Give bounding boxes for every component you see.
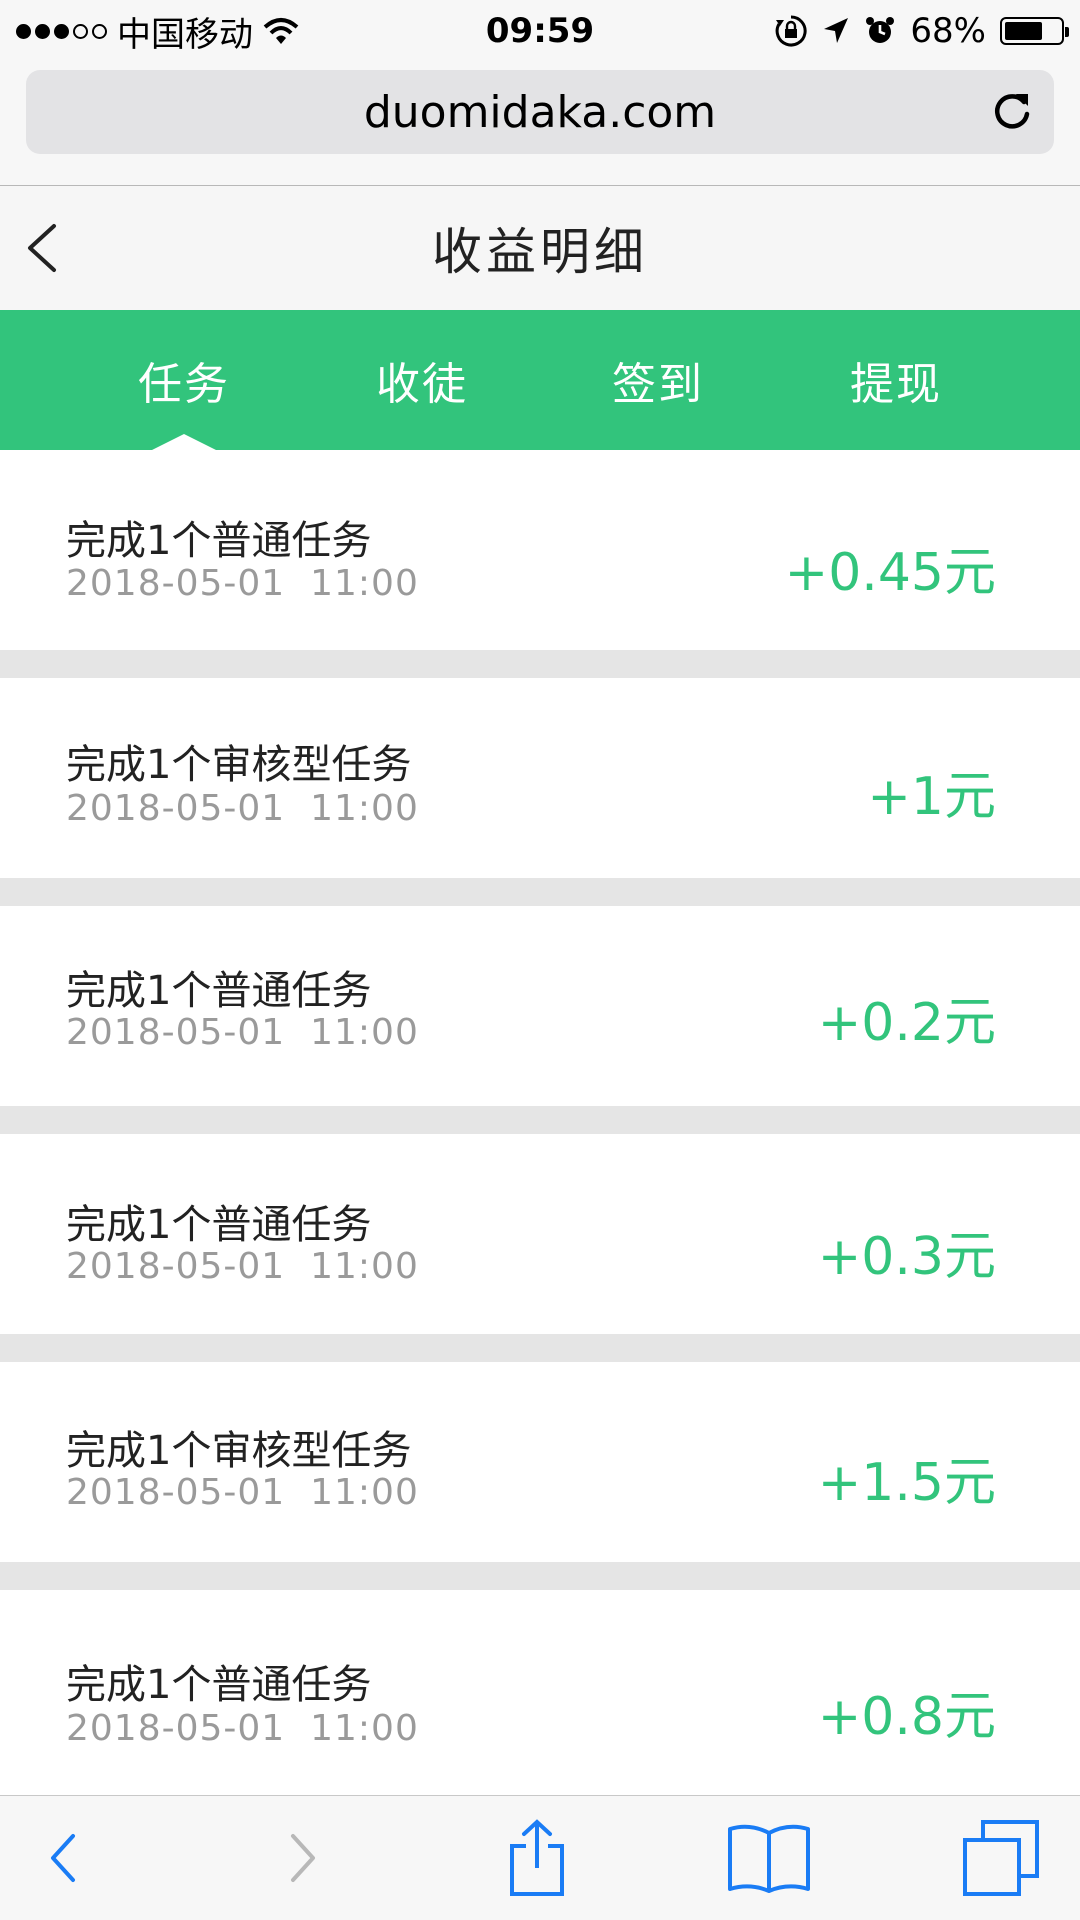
status-left: 中国移动 bbox=[16, 7, 299, 56]
record-title: 完成1个审核型任务 bbox=[66, 742, 412, 788]
record-title: 完成1个普通任务 bbox=[66, 1662, 372, 1708]
active-tab-indicator bbox=[152, 434, 216, 450]
tabs-button[interactable] bbox=[956, 1816, 1046, 1900]
record-time: 2018-05-01 11:00 bbox=[66, 1246, 419, 1287]
list-item[interactable]: 完成1个普通任务 2018-05-01 11:00 +0.45元 bbox=[0, 450, 1080, 650]
list-item[interactable]: 完成1个普通任务 2018-05-01 11:00 +0.8元 bbox=[0, 1590, 1080, 1810]
signal-strength-icon bbox=[16, 23, 107, 39]
record-time: 2018-05-01 11:00 bbox=[66, 1012, 419, 1053]
bookmarks-button[interactable] bbox=[724, 1816, 814, 1900]
page: 中国移动 09:59 68% duomidaka.com 收益明细 任务 收徒 … bbox=[0, 0, 1080, 1920]
record-title: 完成1个普通任务 bbox=[66, 518, 372, 564]
tab-withdraw[interactable]: 提现 bbox=[796, 310, 996, 450]
url-text: duomidaka.com bbox=[363, 86, 717, 138]
wifi-icon bbox=[263, 18, 299, 44]
list-item[interactable]: 完成1个普通任务 2018-05-01 11:00 +0.3元 bbox=[0, 1134, 1080, 1334]
rotation-lock-icon bbox=[776, 15, 808, 47]
record-title: 完成1个普通任务 bbox=[66, 968, 372, 1014]
record-title: 完成1个普通任务 bbox=[66, 1202, 372, 1248]
chevron-left-icon bbox=[51, 1834, 75, 1882]
record-amount: +0.2元 bbox=[817, 993, 996, 1053]
carrier-label: 中国移动 bbox=[117, 14, 253, 55]
chevron-left-icon[interactable] bbox=[20, 218, 70, 278]
record-time: 2018-05-01 11:00 bbox=[66, 1708, 419, 1749]
page-title: 收益明细 bbox=[432, 223, 648, 281]
battery-percent: 68% bbox=[910, 11, 986, 51]
record-amount: +1元 bbox=[867, 767, 996, 827]
record-time: 2018-05-01 11:00 bbox=[66, 563, 419, 604]
record-time: 2018-05-01 11:00 bbox=[66, 1472, 419, 1513]
browser-chrome: duomidaka.com bbox=[0, 62, 1080, 186]
record-amount: +0.8元 bbox=[817, 1687, 996, 1747]
chevron-right-icon bbox=[291, 1834, 315, 1882]
list-item[interactable]: 完成1个普通任务 2018-05-01 11:00 +0.2元 bbox=[0, 906, 1080, 1106]
record-time: 2018-05-01 11:00 bbox=[66, 788, 419, 829]
record-title: 完成1个审核型任务 bbox=[66, 1428, 412, 1474]
share-button[interactable] bbox=[492, 1816, 582, 1900]
battery-level bbox=[1005, 22, 1042, 40]
tab-checkin[interactable]: 签到 bbox=[558, 310, 758, 450]
alarm-icon bbox=[866, 17, 895, 43]
record-amount: +1.5元 bbox=[817, 1453, 996, 1513]
app-header: 收益明细 bbox=[0, 186, 1080, 310]
record-amount: +0.45元 bbox=[784, 543, 996, 603]
address-bar[interactable]: duomidaka.com bbox=[26, 70, 1054, 154]
browser-toolbar bbox=[0, 1795, 1080, 1920]
status-right: 68% bbox=[774, 11, 1069, 51]
list-item[interactable]: 完成1个审核型任务 2018-05-01 11:00 +1.5元 bbox=[0, 1362, 1080, 1562]
location-arrow-icon bbox=[824, 18, 849, 43]
battery-icon bbox=[1000, 17, 1069, 45]
status-bar: 中国移动 09:59 68% bbox=[0, 0, 1080, 62]
tab-disciple[interactable]: 收徒 bbox=[322, 310, 522, 450]
reload-icon[interactable] bbox=[988, 88, 1036, 136]
tabs-icon bbox=[963, 1820, 1039, 1896]
tab-task[interactable]: 任务 bbox=[84, 310, 284, 450]
book-icon bbox=[728, 1824, 810, 1893]
record-amount: +0.3元 bbox=[817, 1227, 996, 1287]
share-icon bbox=[510, 1819, 564, 1896]
browser-back-button[interactable] bbox=[18, 1816, 108, 1900]
browser-forward-button[interactable] bbox=[258, 1816, 348, 1900]
tab-bar: 任务 收徒 签到 提现 bbox=[0, 310, 1080, 450]
list-item[interactable]: 完成1个审核型任务 2018-05-01 11:00 +1元 bbox=[0, 678, 1080, 878]
